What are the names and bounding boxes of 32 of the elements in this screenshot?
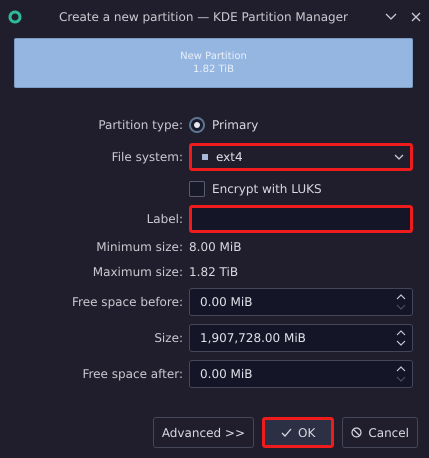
spin-box[interactable]: 0.00 MiB (189, 288, 413, 316)
field-label: Free space before: (72, 295, 183, 309)
checkbox-label: Encrypt with LUKS (212, 182, 322, 196)
field-label: Partition type: (98, 118, 183, 132)
size-value: 8.00 MiB (189, 240, 242, 254)
app-logo-icon (8, 10, 22, 24)
input-field[interactable] (189, 205, 413, 233)
spin-box[interactable]: 0.00 MiB (189, 360, 413, 388)
ok-button[interactable]: OK (262, 417, 334, 448)
checkmark-icon (281, 428, 292, 437)
close-icon[interactable] (411, 12, 421, 22)
checkbox[interactable] (189, 181, 205, 197)
field-label: Size: (154, 331, 183, 345)
cancel-button[interactable]: Cancel (342, 417, 418, 448)
field-label: Label: (146, 212, 183, 226)
advanced-button[interactable]: Advanced >> (152, 417, 254, 448)
field-label: Maximum size: (92, 264, 183, 278)
radio-label: Primary (212, 118, 258, 132)
cancel-icon (351, 427, 362, 438)
field-label: Minimum size: (96, 240, 183, 254)
dropdown[interactable]: ext4 (189, 143, 413, 171)
field-label: File system: (112, 150, 183, 164)
partition-name: New Partition (180, 50, 247, 63)
size-value: 1.82 TiB (189, 264, 238, 278)
field-label: Free space after: (82, 367, 183, 381)
chevron-down-icon (394, 154, 404, 160)
partition-size: 1.82 TiB (193, 63, 234, 76)
color-square-icon (202, 154, 208, 160)
chevron-down-icon[interactable] (385, 13, 397, 21)
radio-button[interactable] (189, 117, 205, 133)
spin-box[interactable]: 1,907,728.00 MiB (189, 324, 413, 352)
window-title: Create a new partition — KDE Partition Manager (58, 10, 349, 24)
